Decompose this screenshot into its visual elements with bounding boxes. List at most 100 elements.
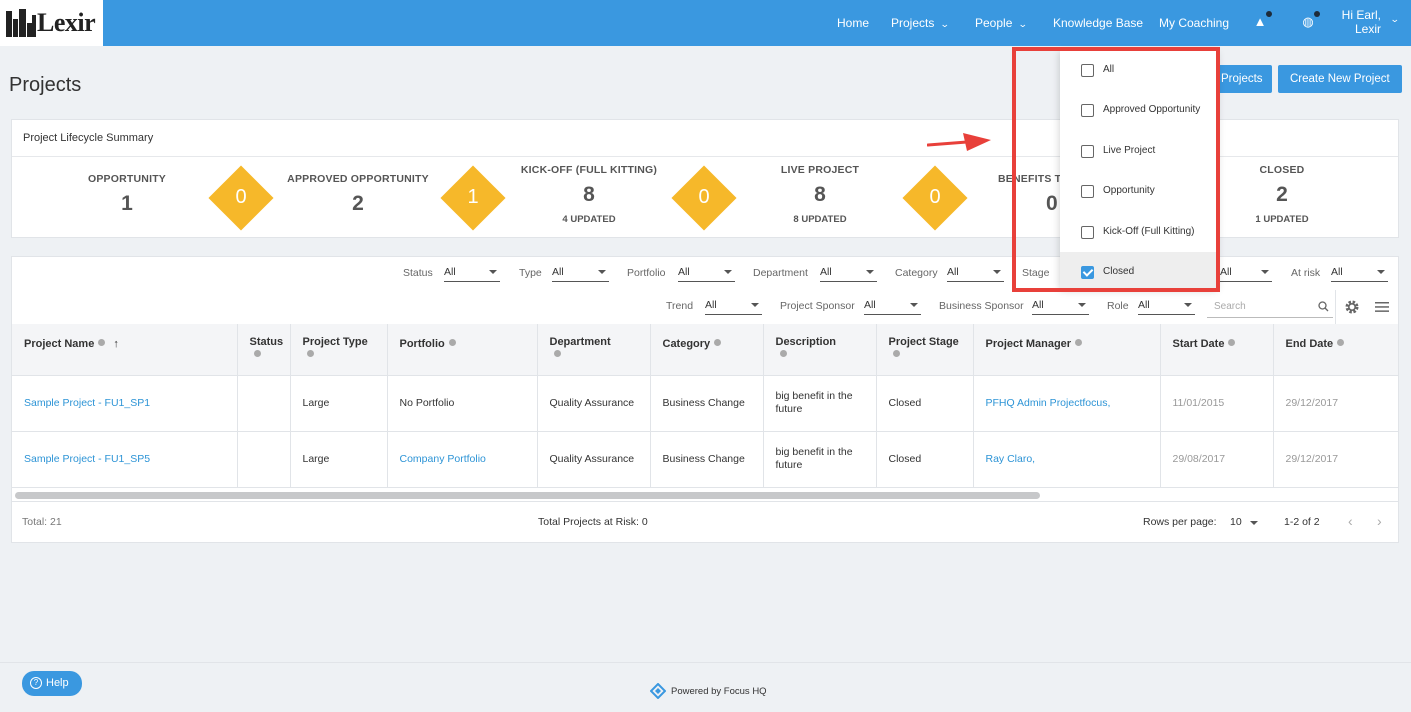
filter-project-sponsor-label: Project Sponsor [780, 300, 855, 312]
filter-value: All [552, 266, 564, 278]
col-category[interactable]: Category [650, 324, 764, 376]
col-description[interactable]: Description [763, 324, 877, 376]
info-icon [779, 350, 787, 357]
cell-project-name[interactable]: Sample Project - FU1_SP1 [12, 375, 238, 432]
filter-at-risk-label: At risk [1291, 267, 1321, 279]
next-page-icon[interactable]: › [1377, 513, 1382, 529]
filter-status-label: Status [403, 267, 433, 279]
search-icon [1318, 301, 1329, 312]
col-status[interactable]: Status [237, 324, 291, 376]
filter-business-sponsor-select[interactable]: All [1032, 299, 1089, 315]
pagination-range: 1-2 of 2 [1284, 516, 1320, 528]
prev-page-icon[interactable]: ‹ [1348, 513, 1353, 529]
col-portfolio[interactable]: Portfolio [387, 324, 538, 376]
user-menu[interactable]: Hi Earl, Lexir [1342, 8, 1381, 36]
filter-at-risk-select[interactable]: All [1331, 266, 1388, 282]
table-row[interactable]: Sample Project - FU1_SP5 Large Company P… [12, 431, 1398, 488]
stage-updated: 4 UPDATED [562, 214, 616, 225]
projects-table-wrap: Project Name ↑ Status Project Type Portfo… [12, 324, 1398, 489]
col-project-type[interactable]: Project Type [290, 324, 388, 376]
col-label: Status [249, 336, 284, 348]
col-end-date[interactable]: End Date [1273, 324, 1398, 376]
building-icon [6, 9, 36, 37]
stage-label: Closed [1259, 164, 1305, 176]
nav-people[interactable]: People ⌄ [975, 0, 1029, 46]
col-department[interactable]: Department [537, 324, 651, 376]
col-label: Project Type [302, 336, 368, 348]
rows-per-page-label: Rows per page: [1143, 516, 1217, 528]
cell-portfolio[interactable]: Company Portfolio [387, 431, 538, 488]
filter-role-select[interactable]: All [1138, 299, 1195, 315]
filter-type-label: Type [519, 267, 542, 279]
filter-risk-level-select[interactable]: All [1220, 266, 1272, 282]
col-label: Description [775, 336, 837, 348]
nav-knowledge-base[interactable]: Knowledge Base [1053, 0, 1143, 46]
col-project-name[interactable]: Project Name ↑ [12, 324, 238, 376]
info-icon [448, 339, 456, 346]
cell-start-date: 29/08/2017 [1160, 431, 1274, 488]
filter-value: All [820, 266, 832, 278]
filter-type-select[interactable]: All [552, 266, 609, 282]
stage-closed[interactable]: Closed 2 1 UPDATED [1197, 164, 1367, 225]
stage-count: 8 [583, 183, 595, 206]
stage-label: Approved Opportunity [287, 173, 429, 185]
info-icon [892, 350, 900, 357]
info-icon [553, 350, 561, 357]
filter-category-select[interactable]: All [947, 266, 1004, 282]
filter-trend-select[interactable]: All [705, 299, 762, 315]
cell-project-name[interactable]: Sample Project - FU1_SP5 [12, 431, 238, 488]
stage-updated: 8 UPDATED [793, 214, 847, 225]
caret-down-icon [993, 270, 1001, 274]
search-input[interactable]: Search [1207, 298, 1333, 318]
total-count: Total: 21 [22, 516, 62, 528]
cell-project-manager[interactable]: PFHQ Admin Projectfocus, [973, 375, 1161, 432]
footer-divider [12, 501, 1398, 502]
info-icon [714, 339, 722, 346]
stage-opportunity[interactable]: Opportunity 1 [42, 173, 212, 216]
sort-ascending-icon[interactable]: ↑ [113, 338, 119, 350]
rows-per-page-select[interactable]: 10 [1230, 516, 1258, 528]
col-project-stage[interactable]: Project Stage [876, 324, 974, 376]
alert-icon[interactable]: ▲ [1252, 11, 1272, 30]
filter-business-sponsor-label: Business Sponsor [939, 300, 1024, 312]
question-icon: ? [30, 677, 42, 689]
horizontal-scrollbar[interactable] [15, 492, 1040, 499]
caret-down-icon [1261, 270, 1269, 274]
filter-portfolio-select[interactable]: All [678, 266, 735, 282]
nav-projects[interactable]: Projects ⌄ [891, 0, 950, 46]
caret-down-icon [1184, 303, 1192, 307]
nav-my-coaching[interactable]: My Coaching [1159, 0, 1229, 46]
stage-live-project[interactable]: Live Project 8 8 UPDATED [735, 164, 905, 225]
powered-by: Powered by Focus HQ [671, 686, 767, 697]
stage-approved-opportunity[interactable]: Approved Opportunity 2 [273, 173, 443, 216]
caret-down-icon [866, 270, 874, 274]
brand-logo[interactable]: Lexir [0, 0, 103, 46]
globe-icon[interactable]: ◍ [1300, 11, 1320, 30]
cell-status [237, 431, 291, 488]
cell-department: Quality Assurance [537, 431, 651, 488]
filter-project-sponsor-select[interactable]: All [864, 299, 921, 315]
caret-down-icon [489, 270, 497, 274]
cell-project-manager[interactable]: Ray Claro, [973, 431, 1161, 488]
stage-kick-off[interactable]: Kick-off (Full Kitting) 8 4 UPDATED [504, 164, 674, 225]
help-button[interactable]: ? Help [22, 671, 82, 696]
filter-department-select[interactable]: All [820, 266, 877, 282]
chevron-down-icon[interactable]: ⌄ [1390, 14, 1400, 25]
cell-project-stage: Closed [876, 431, 974, 488]
caret-down-icon [1377, 270, 1385, 274]
table-header-row: Project Name ↑ Status Project Type Portfo… [12, 324, 1398, 376]
gear-icon[interactable] [1344, 299, 1360, 315]
nav-home[interactable]: Home [837, 0, 869, 46]
table-row[interactable]: Sample Project - FU1_SP1 Large No Portfo… [12, 375, 1398, 432]
col-start-date[interactable]: Start Date [1160, 324, 1274, 376]
filter-status-select[interactable]: All [444, 266, 500, 282]
red-arrow-icon [927, 133, 991, 151]
cell-portfolio: No Portfolio [387, 375, 538, 432]
chevron-down-icon: ⌄ [1018, 19, 1029, 29]
create-new-project-button[interactable]: Create New Project [1278, 65, 1402, 93]
menu-icon[interactable] [1375, 301, 1389, 313]
col-project-manager[interactable]: Project Manager [973, 324, 1161, 376]
cell-status [237, 375, 291, 432]
cell-description: big benefit in the future [763, 431, 877, 488]
notification-dot [1314, 11, 1320, 17]
